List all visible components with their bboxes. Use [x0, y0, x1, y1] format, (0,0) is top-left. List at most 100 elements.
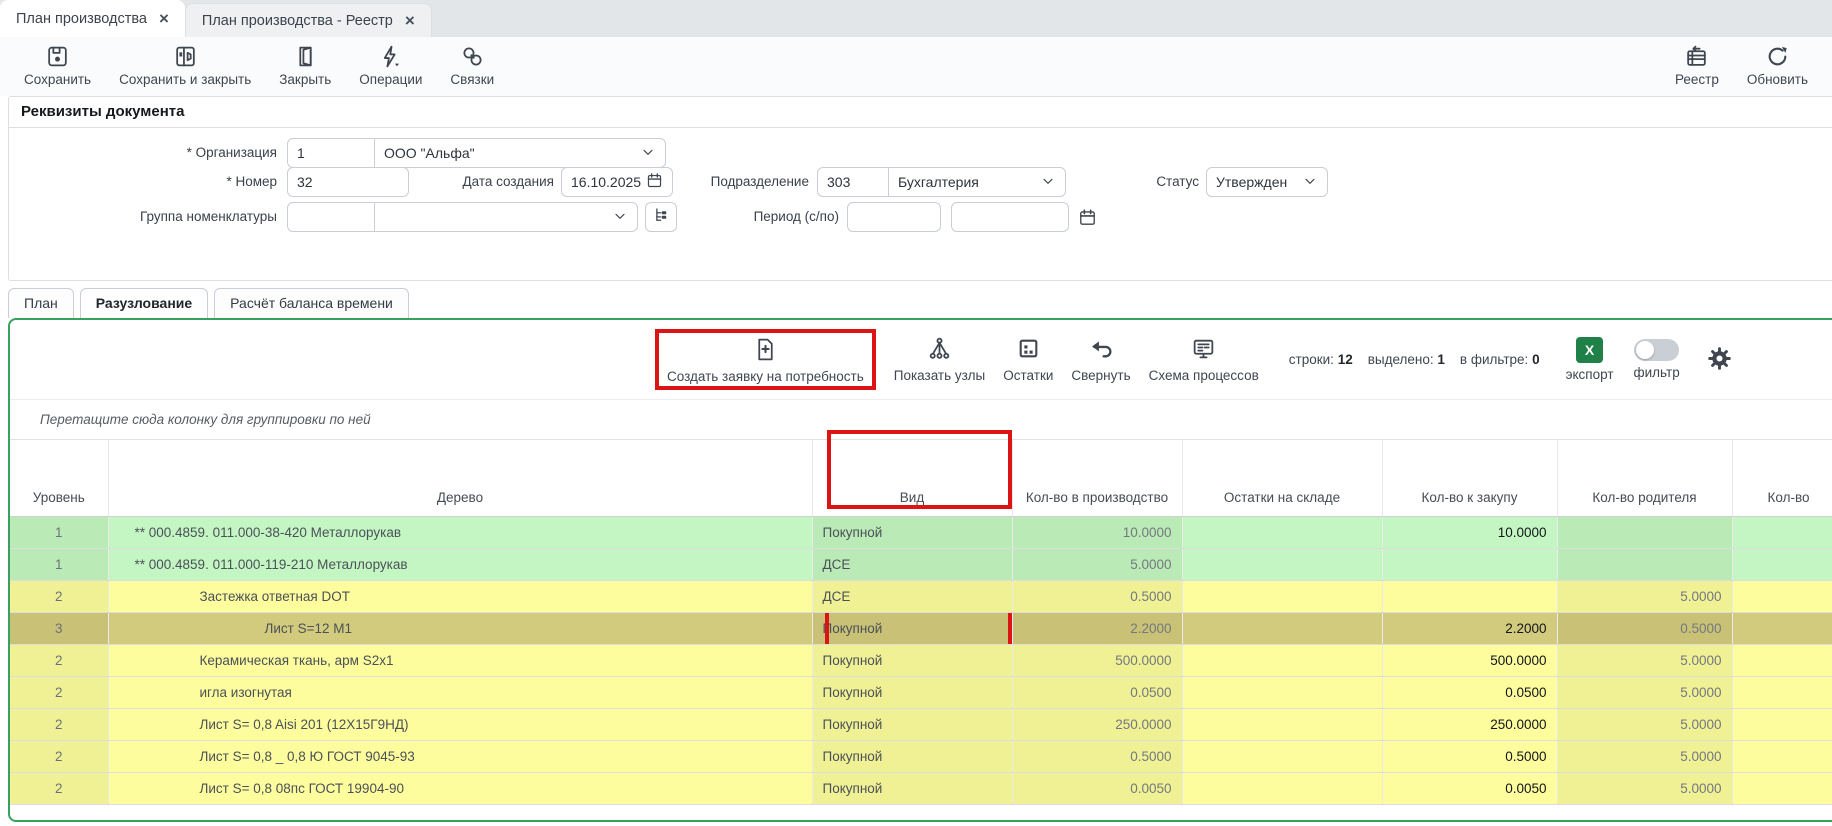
registry-icon: [1684, 44, 1709, 69]
cell-kind: Покупной: [812, 516, 1012, 548]
close-icon[interactable]: ×: [405, 12, 415, 29]
cell-level: 1: [10, 516, 108, 548]
window-tab-plan[interactable]: План производства ×: [0, 0, 185, 37]
cell-qty-last: [1732, 772, 1832, 804]
monitor-icon: [1191, 336, 1216, 364]
cell-tree: ** 000.4859. 011.000-38-420 Металлорукав: [108, 516, 812, 548]
period-from-field[interactable]: [847, 202, 941, 232]
group-by-hint: Перетащите сюда колонку для группировки …: [10, 400, 1832, 440]
department-label: Подразделение: [649, 167, 809, 197]
cell-qty-last: [1732, 548, 1832, 580]
table-row[interactable]: 2 Лист S= 0,8 _ 0,8 Ю ГОСТ 9045-93 Покуп…: [10, 740, 1832, 772]
cell-qty-purchase: 0.0500: [1382, 676, 1557, 708]
cell-kind: ДСЕ: [812, 580, 1012, 612]
table-row[interactable]: 2 Лист S= 0,8 Aisi 201 (12Х15Г9НД) Покуп…: [10, 708, 1832, 740]
table-row[interactable]: 1 ** 000.4859. 011.000-119-210 Металлору…: [10, 548, 1832, 580]
status-select[interactable]: Утвержден: [1206, 167, 1328, 197]
document-requisites-section: Реквизиты документа * Организация 1 ООО …: [8, 96, 1832, 281]
export-label: экспорт: [1566, 367, 1614, 382]
process-scheme-button[interactable]: Схема процессов: [1149, 336, 1259, 383]
links-button[interactable]: Связки: [436, 44, 508, 87]
col-header-kind[interactable]: Вид: [812, 440, 1012, 516]
nomenclature-group-select[interactable]: [374, 202, 638, 232]
cell-tree: Лист S=12 М1: [108, 612, 812, 644]
col-header-level[interactable]: Уровень: [10, 440, 108, 516]
create-request-button[interactable]: Создать заявку на потребность: [667, 337, 864, 384]
red-annotation-box: Создать заявку на потребность: [655, 329, 876, 390]
operations-button[interactable]: Операции: [345, 44, 436, 87]
registry-button[interactable]: Реестр: [1661, 44, 1733, 87]
collapse-button[interactable]: Свернуть: [1071, 336, 1130, 383]
col-header-qty-production[interactable]: Кол-во в производство: [1012, 440, 1182, 516]
filter-label: фильтр: [1634, 365, 1680, 380]
chevron-down-icon: [640, 144, 656, 163]
cell-tree: Керамическая ткань, арм S2x1: [108, 644, 812, 676]
cell-qty-parent: 5.0000: [1557, 644, 1732, 676]
col-header-qty-parent[interactable]: Кол-во родителя: [1557, 440, 1732, 516]
cell-stock-balance: [1182, 548, 1382, 580]
cell-qty-parent: [1557, 516, 1732, 548]
red-annotation-box: [825, 612, 1012, 644]
table-row[interactable]: 3 Лист S=12 М1 Покупной 2.2000 2.2000 0.…: [10, 612, 1832, 644]
process-scheme-label: Схема процессов: [1149, 368, 1259, 383]
save-and-close-button[interactable]: Сохранить и закрыть: [105, 44, 265, 87]
section-title: Реквизиты документа: [9, 97, 1832, 128]
table-header: Уровень Дерево Вид Кол-во в производство…: [10, 440, 1832, 516]
table-row[interactable]: 2 Застежка ответная DOT ДСЕ 0.5000 5.000…: [10, 580, 1832, 612]
cell-stock-balance: [1182, 676, 1382, 708]
collapse-label: Свернуть: [1071, 368, 1130, 383]
excel-icon: X: [1576, 337, 1603, 363]
nomenclature-group-code-field[interactable]: [287, 202, 375, 232]
grid-body: 1 ** 000.4859. 011.000-38-420 Металлорук…: [10, 516, 1832, 804]
refresh-button[interactable]: Обновить: [1733, 44, 1822, 87]
tab-time-balance[interactable]: Расчёт баланса времени: [214, 288, 409, 318]
close-button[interactable]: Закрыть: [265, 44, 345, 87]
table-row[interactable]: 2 Керамическая ткань, арм S2x1 Покупной …: [10, 644, 1832, 676]
table-row[interactable]: 2 Лист S= 0,8 08пс ГОСТ 19904-90 Покупно…: [10, 772, 1832, 804]
grid-toolbar: Создать заявку на потребность Показать у…: [10, 320, 1832, 400]
col-header-qty-last[interactable]: Кол-во: [1732, 440, 1832, 516]
settings-button[interactable]: [1706, 345, 1733, 375]
save-and-close-label: Сохранить и закрыть: [119, 72, 251, 87]
cell-level: 2: [10, 580, 108, 612]
tab-plan[interactable]: План: [8, 288, 74, 318]
export-excel-button[interactable]: X экспорт: [1566, 337, 1614, 382]
cell-qty-parent: 5.0000: [1557, 676, 1732, 708]
cell-tree: игла изогнутая: [108, 676, 812, 708]
stocks-icon: [1016, 336, 1041, 364]
table-row[interactable]: 2 игла изогнутая Покупной 0.0500 0.0500 …: [10, 676, 1832, 708]
col-header-tree[interactable]: Дерево: [108, 440, 812, 516]
stocks-button[interactable]: Остатки: [1003, 336, 1053, 383]
tree-select-button[interactable]: [645, 202, 677, 232]
table-row[interactable]: 1 ** 000.4859. 011.000-38-420 Металлорук…: [10, 516, 1832, 548]
close-icon[interactable]: ×: [159, 10, 169, 27]
department-code-field[interactable]: 303: [817, 167, 889, 197]
cell-qty-last: [1732, 676, 1832, 708]
cell-qty-parent: 0.5000: [1557, 612, 1732, 644]
create-request-label: Создать заявку на потребность: [667, 369, 864, 384]
department-select[interactable]: Бухгалтерия: [888, 167, 1066, 197]
links-label: Связки: [450, 72, 494, 87]
window-tab-registry[interactable]: План производства - Реестр ×: [185, 3, 432, 37]
cell-level: 2: [10, 644, 108, 676]
grid-stats: строки: 12 выделено: 1 в фильтре: 0: [1289, 352, 1540, 367]
chevron-down-icon: [1040, 173, 1056, 192]
file-plus-icon: [753, 337, 778, 365]
view-tab-strip: План Разузлование Расчёт баланса времени: [8, 288, 1832, 318]
cell-qty-last: [1732, 740, 1832, 772]
nomenclature-group-label: Группа номенклатуры: [69, 202, 277, 232]
organization-code-field[interactable]: 1: [287, 138, 375, 168]
col-header-stock-balance[interactable]: Остатки на складе: [1182, 440, 1382, 516]
calendar-icon[interactable]: [1078, 208, 1097, 227]
rows-count: строки: 12: [1289, 352, 1353, 367]
filter-toggle[interactable]: фильтр: [1634, 339, 1680, 380]
col-header-qty-purchase[interactable]: Кол-во к закупу: [1382, 440, 1557, 516]
cell-tree: Лист S= 0,8 _ 0,8 Ю ГОСТ 9045-93: [108, 740, 812, 772]
period-to-field[interactable]: [951, 202, 1069, 232]
show-nodes-button[interactable]: Показать узлы: [894, 336, 986, 383]
toggle-off-icon[interactable]: [1634, 339, 1679, 361]
save-button[interactable]: Сохранить: [10, 44, 105, 87]
tab-razuzlovanie[interactable]: Разузлование: [80, 288, 208, 318]
organization-select[interactable]: ООО "Альфа": [374, 138, 666, 168]
cell-kind: Покупной: [812, 612, 1012, 644]
